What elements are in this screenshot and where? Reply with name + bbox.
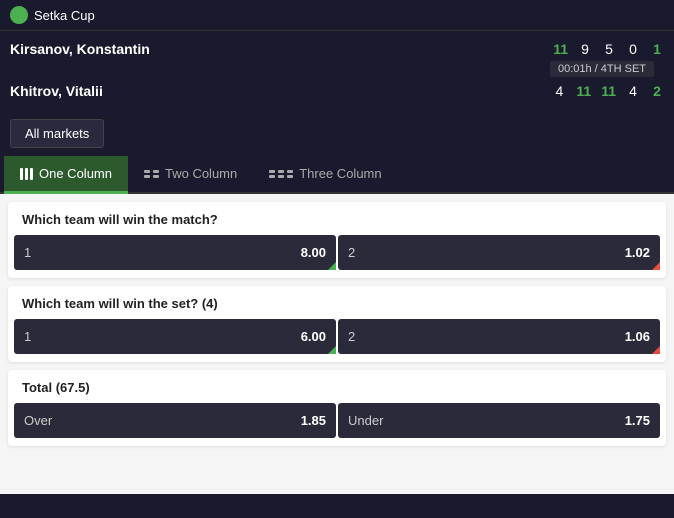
tab-two-column-label: Two Column [165,166,237,181]
setka-cup-icon [10,6,28,24]
corner-green-m2-1 [328,346,336,354]
odds-row-set-winner: 1 6.00 2 1.06 [8,319,666,362]
markets-content: Which team will win the match? 1 8.00 2 … [0,194,674,494]
two-col-icon [144,170,159,178]
tab-three-column-label: Three Column [299,166,381,181]
header: Setka Cup [0,0,674,31]
player1-current-score: 1 [650,41,664,57]
corner-red-m1-2 [652,262,660,270]
odd-value-m1-1: 8.00 [301,245,326,260]
player2-current-score: 2 [650,83,664,99]
one-col-icon [20,168,33,180]
player2-name: Khitrov, Vitalii [10,83,552,99]
player2-score-2: 11 [576,83,591,99]
odd-btn-match-1[interactable]: 1 8.00 [14,235,336,270]
odd-btn-over[interactable]: Over 1.85 [14,403,336,438]
player1-score-3: 5 [602,41,616,57]
odd-label-m1-1: 1 [24,245,31,260]
player2-score-4: 4 [626,83,640,99]
odd-value-over: 1.85 [301,413,326,428]
player1-scores: 11 9 5 0 1 [553,41,664,57]
market-card-match-winner: Which team will win the match? 1 8.00 2 … [8,202,666,278]
tabs-bar: One Column Two Column Three Column [0,156,674,194]
player2-score-1: 4 [552,83,566,99]
competition-title: Setka Cup [34,8,95,23]
tab-one-column-label: One Column [39,166,112,181]
all-markets-button[interactable]: All markets [10,119,104,148]
player2-scores: 4 11 11 4 2 [552,83,664,99]
odd-label-m2-2: 2 [348,329,355,344]
market-title-set-winner: Which team will win the set? (4) [8,286,666,319]
tab-three-column[interactable]: Three Column [253,156,397,194]
three-col-icon [269,170,293,178]
timer-row: 00:01h / 4TH SET [10,59,664,81]
odd-label-m2-1: 1 [24,329,31,344]
odds-row-total: Over 1.85 Under 1.75 [8,403,666,446]
market-card-set-winner: Which team will win the set? (4) 1 6.00 … [8,286,666,362]
tab-one-column[interactable]: One Column [4,156,128,194]
market-title-total: Total (67.5) [8,370,666,403]
odd-value-m2-1: 6.00 [301,329,326,344]
odd-btn-set-1[interactable]: 1 6.00 [14,319,336,354]
odd-value-under: 1.75 [625,413,650,428]
corner-red-m2-2 [652,346,660,354]
player2-row: Khitrov, Vitalii 4 11 11 4 2 [10,81,664,101]
odds-row-match-winner: 1 8.00 2 1.02 [8,235,666,278]
player1-score-2: 9 [578,41,592,57]
odd-label-m1-2: 2 [348,245,355,260]
odd-value-m1-2: 1.02 [625,245,650,260]
odd-label-over: Over [24,413,52,428]
scoreboard: Kirsanov, Konstantin 11 9 5 0 1 00:01h /… [0,31,674,111]
player2-score-3: 11 [601,83,616,99]
player1-score-4: 0 [626,41,640,57]
match-timer: 00:01h / 4TH SET [550,61,654,77]
markets-button-area: All markets [0,111,674,156]
market-title-match-winner: Which team will win the match? [8,202,666,235]
player1-name: Kirsanov, Konstantin [10,41,553,57]
player1-row: Kirsanov, Konstantin 11 9 5 0 1 [10,39,664,59]
player1-score-1: 11 [553,41,568,57]
odd-btn-match-2[interactable]: 2 1.02 [338,235,660,270]
tab-two-column[interactable]: Two Column [128,156,253,194]
market-card-total: Total (67.5) Over 1.85 Under 1.75 [8,370,666,446]
odd-btn-set-2[interactable]: 2 1.06 [338,319,660,354]
corner-green-m1-1 [328,262,336,270]
odd-btn-under[interactable]: Under 1.75 [338,403,660,438]
odd-label-under: Under [348,413,383,428]
odd-value-m2-2: 1.06 [625,329,650,344]
